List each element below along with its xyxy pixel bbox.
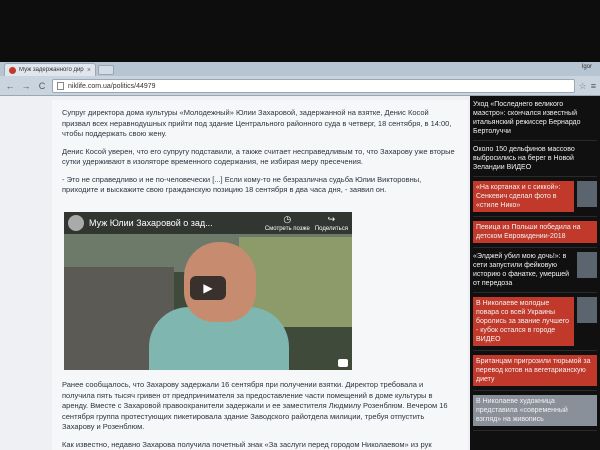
address-bar[interactable]: niklife.com.ua/politics/44979 [52,79,575,93]
video-header: Муж Юлии Захаровой о зад... ◷ Смотреть п… [64,212,352,234]
profile-name[interactable]: Igor [582,64,592,70]
news-headline[interactable]: В Николаеве молодые повара со всей Украи… [473,297,574,346]
bookmark-star-icon[interactable]: ☆ [579,81,587,92]
news-item[interactable]: «На кортанах и с сиккой»: Сенкевич сдела… [473,177,597,217]
news-headline[interactable]: Около 150 дельфинов массово выбросились … [473,145,597,172]
article-paragraph: Ранее сообщалось, что Захарову задержали… [62,380,448,431]
news-item[interactable]: Певица из Польши победила на детском Евр… [473,217,597,248]
news-item[interactable]: Уход «Последнего великого маэстро»: скон… [473,96,597,141]
menu-icon[interactable]: ≡ [591,81,596,91]
favicon-icon [9,66,16,74]
video-title[interactable]: Муж Юлии Захаровой о зад... [89,218,260,228]
article-continuation: Ранее сообщалось, что Захарову задержали… [62,380,458,450]
news-headline[interactable]: «Элджей убил мою дочь!»: в сети запустил… [473,252,574,288]
news-item[interactable]: «Элджей убил мою дочь!»: в сети запустил… [473,248,597,293]
article-body: Супруг директора дома культуры «Молодежн… [52,100,468,450]
share-button[interactable]: ↪ Поделиться [315,214,348,232]
page-icon [57,82,64,90]
back-button[interactable]: ← [4,81,16,91]
tab-close-icon[interactable]: × [87,67,91,74]
video-player[interactable]: Муж Юлии Захаровой о зад... ◷ Смотреть п… [64,212,352,370]
watch-later-button[interactable]: ◷ Смотреть позже [265,214,310,232]
browser-tab[interactable]: Муж задержанного директ × [4,63,96,76]
article-paragraph: Как известно, недавно Захарова получила … [62,439,432,449]
toolbar: ← → C niklife.com.ua/politics/44979 ☆ ≡ [0,76,600,96]
news-headline[interactable]: Уход «Последнего великого маэстро»: скон… [473,100,597,136]
news-headline[interactable]: Британцам пригрозили тюрьмой за перевод … [473,355,597,386]
reload-button[interactable]: C [36,81,48,91]
news-item[interactable]: В Николаеве молодые повара со всей Украи… [473,293,597,351]
news-thumbnail[interactable] [577,252,597,278]
share-label: Поделиться [314,226,348,232]
watch-later-label: Смотреть позже [264,226,310,232]
forward-button[interactable]: → [20,81,32,91]
url-text[interactable]: niklife.com.ua/politics/44979 [68,83,156,90]
channel-avatar[interactable] [68,215,84,231]
article-paragraph: Денис Косой уверен, что его супругу подс… [62,146,455,167]
web-page: Супруг директора дома культуры «Молодежн… [0,96,600,450]
news-item[interactable]: В Николаеве художница представила «совре… [473,391,597,431]
news-headline[interactable]: «На кортанах и с сиккой»: Сенкевич сдела… [473,181,574,212]
news-item[interactable]: Около 150 дельфинов массово выбросились … [473,141,597,177]
article-paragraph: - Это не справедливо и не по-человечески… [62,174,422,195]
news-thumbnail[interactable] [577,297,597,323]
clock-icon: ◷ [283,214,292,224]
news-thumbnail[interactable] [577,181,597,207]
tab-title: Муж задержанного директ [19,67,84,73]
play-button[interactable]: ▶ [190,276,226,300]
youtube-logo-icon[interactable] [338,359,348,367]
article-paragraph: Супруг директора дома культуры «Молодежн… [62,108,452,138]
tab-strip: Муж задержанного директ × Igor [0,62,600,76]
news-item[interactable]: Британцам пригрозили тюрьмой за перевод … [473,351,597,391]
news-sidebar: Уход «Последнего великого маэстро»: скон… [470,96,600,450]
new-tab-button[interactable] [98,65,114,75]
news-headline[interactable]: В Николаеве художница представила «совре… [473,395,597,426]
browser-chrome: Муж задержанного директ × Igor ← → C nik… [0,62,600,96]
share-icon: ↪ [327,214,336,224]
news-headline[interactable]: Певица из Польши победила на детском Евр… [473,221,597,243]
